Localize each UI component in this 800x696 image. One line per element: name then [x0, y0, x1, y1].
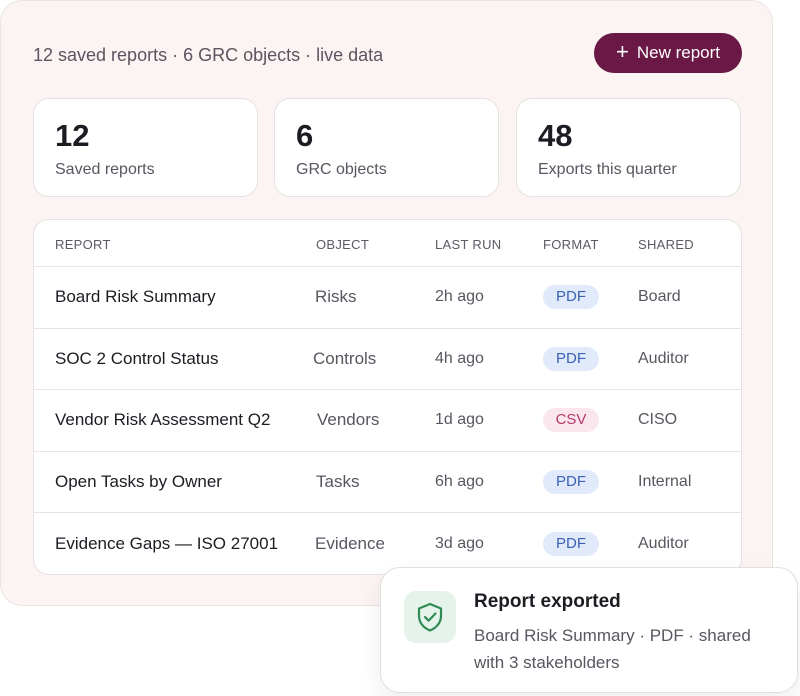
toast-title: Report exported	[474, 591, 621, 612]
shared-with: Board	[638, 288, 681, 306]
object-type: Controls	[313, 348, 377, 368]
format-cell: PDF	[543, 469, 599, 494]
reports-table: REPORT OBJECT LAST RUN FORMAT SHARED Boa…	[33, 219, 742, 575]
report-name[interactable]: Board Risk Summary	[55, 287, 216, 307]
export-toast[interactable]: Report exported Board Risk Summary · PDF…	[380, 567, 798, 693]
shared-with: Internal	[638, 472, 692, 490]
stat-label: Saved reports	[55, 161, 155, 179]
column-header-report[interactable]: REPORT	[55, 237, 111, 252]
table-row[interactable]: Vendor Risk Assessment Q2 Vendors 1d ago…	[34, 390, 741, 452]
new-report-label: New report	[636, 43, 720, 62]
object-type: Evidence	[315, 533, 385, 553]
stat-value: 6	[296, 118, 314, 153]
shield-check-icon	[404, 591, 456, 643]
format-badge: PDF	[543, 469, 599, 494]
format-badge: PDF	[543, 531, 599, 556]
last-run: 6h ago	[435, 472, 484, 490]
format-cell: PDF	[543, 346, 599, 371]
object-type: Risks	[315, 287, 357, 307]
report-name[interactable]: SOC 2 Control Status	[55, 349, 218, 369]
stat-label: Exports this quarter	[538, 161, 677, 179]
format-cell: CSV	[543, 408, 599, 433]
table-row[interactable]: Open Tasks by Owner Tasks 6h ago PDF Int…	[34, 452, 741, 513]
last-run: 2h ago	[435, 288, 484, 306]
last-run: 1d ago	[435, 411, 484, 429]
format-badge: PDF	[543, 285, 599, 310]
stat-label: GRC objects	[296, 161, 387, 179]
table-header: REPORT OBJECT LAST RUN FORMAT SHARED	[34, 220, 741, 267]
shared-with: Auditor	[638, 349, 689, 367]
stat-card-grc-objects: 6 GRC objects	[274, 98, 499, 197]
plus-icon: +	[616, 39, 629, 64]
report-name[interactable]: Evidence Gaps — ISO 27001	[55, 534, 278, 554]
format-cell: PDF	[543, 285, 599, 310]
object-type: Vendors	[317, 410, 380, 430]
last-run: 3d ago	[435, 534, 484, 552]
table-row[interactable]: Evidence Gaps — ISO 27001 Evidence 3d ag…	[34, 513, 741, 574]
stat-card-saved-reports: 12 Saved reports	[33, 98, 258, 197]
report-name[interactable]: Vendor Risk Assessment Q2	[55, 410, 270, 430]
reports-summary: 12 saved reports · 6 GRC objects · live …	[33, 45, 384, 65]
shared-with: CISO	[638, 411, 678, 429]
report-name[interactable]: Open Tasks by Owner	[55, 472, 222, 492]
shared-with: Auditor	[638, 534, 689, 552]
object-type: Tasks	[316, 471, 360, 491]
toast-message: Board Risk Summary · PDF · shared with 3…	[474, 626, 751, 672]
table-row[interactable]: SOC 2 Control Status Controls 4h ago PDF…	[34, 329, 741, 390]
stat-value: 48	[538, 118, 573, 153]
stat-card-exports: 48 Exports this quarter	[516, 98, 741, 197]
format-cell: PDF	[543, 531, 599, 556]
format-badge: PDF	[543, 346, 599, 371]
column-header-object[interactable]: OBJECT	[316, 237, 369, 252]
column-header-format[interactable]: FORMAT	[543, 237, 599, 252]
table-row[interactable]: Board Risk Summary Risks 2h ago PDF Boar…	[34, 267, 741, 329]
stat-value: 12	[55, 118, 90, 153]
format-badge: CSV	[543, 408, 599, 433]
last-run: 4h ago	[435, 349, 484, 367]
column-header-last-run[interactable]: LAST RUN	[435, 237, 501, 252]
new-report-button[interactable]: + New report	[594, 33, 742, 73]
column-header-shared[interactable]: SHARED	[638, 237, 694, 252]
reports-panel: 12 saved reports · 6 GRC objects · live …	[0, 0, 773, 606]
